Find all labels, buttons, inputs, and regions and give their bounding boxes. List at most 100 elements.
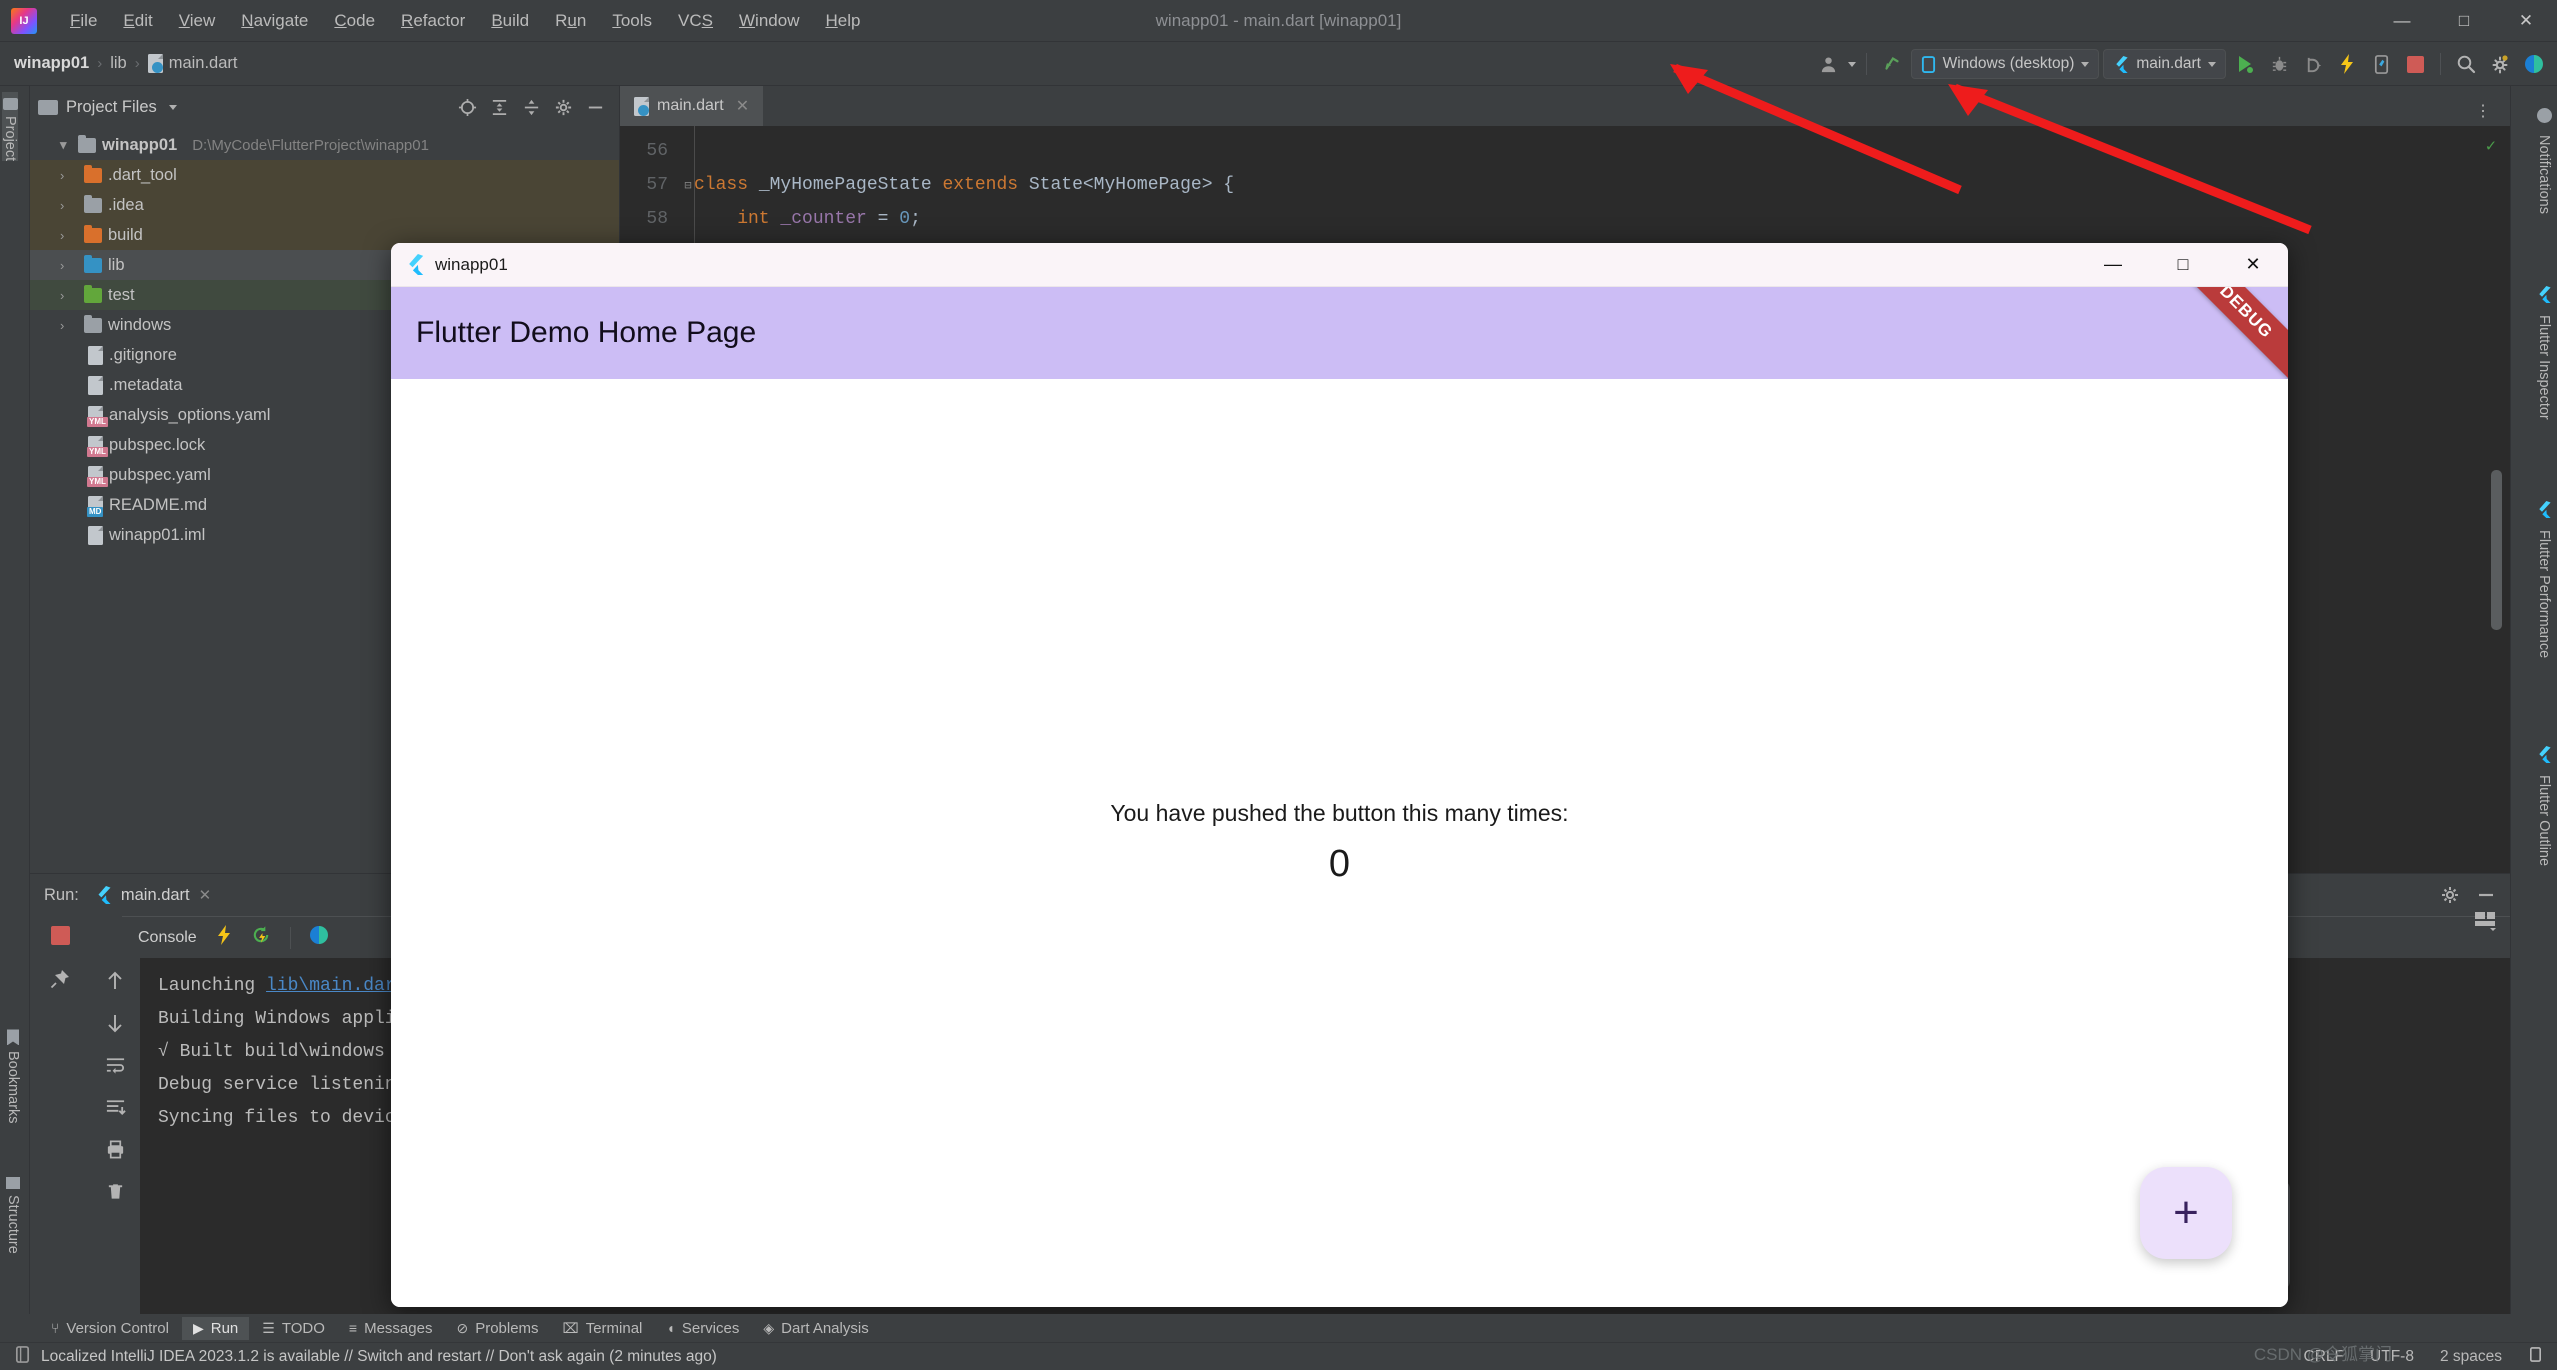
- tree-node-root[interactable]: ▾ winapp01 D:\MyCode\FlutterProject\wina…: [30, 130, 619, 160]
- chevron-right-icon[interactable]: ›: [60, 318, 72, 333]
- minimize-icon[interactable]: —: [2078, 243, 2148, 287]
- hide-icon[interactable]: [585, 97, 605, 117]
- run-config-selector[interactable]: main.dart: [2103, 49, 2226, 79]
- indent-indicator[interactable]: 2 spaces: [2440, 1348, 2502, 1366]
- collapse-all-icon[interactable]: [521, 97, 541, 117]
- chevron-right-icon[interactable]: ›: [60, 228, 72, 243]
- menu-item-help[interactable]: Help: [812, 7, 873, 35]
- code-line[interactable]: 57 ⊟ class _MyHomePageState extends State<…: [620, 168, 2510, 202]
- chevron-right-icon[interactable]: ›: [60, 198, 72, 213]
- user-menu-caret-icon[interactable]: [1847, 61, 1856, 67]
- stop-square-icon[interactable]: [2400, 49, 2430, 79]
- run-tab-main-dart[interactable]: main.dart ✕: [95, 886, 211, 905]
- stop-square-icon[interactable]: [47, 922, 73, 948]
- tool-window-version-control[interactable]: ⑂ Version Control: [40, 1317, 180, 1340]
- breadcrumb-file[interactable]: main.dart: [147, 54, 237, 73]
- layout-settings-icon[interactable]: [2473, 910, 2499, 932]
- encoding-indicator[interactable]: UTF-8: [2370, 1348, 2414, 1366]
- menu-item-file[interactable]: File: [57, 7, 110, 35]
- tab-console[interactable]: Console: [138, 929, 197, 947]
- menu-item-window[interactable]: Window: [726, 7, 812, 35]
- menu-item-refactor[interactable]: Refactor: [388, 7, 478, 35]
- arrow-up-icon[interactable]: [102, 968, 128, 994]
- hot-reload-bolt-icon[interactable]: [215, 925, 233, 950]
- fold-toggle-icon[interactable]: ⊟: [682, 178, 694, 193]
- print-icon[interactable]: [102, 1136, 128, 1162]
- chevron-right-icon[interactable]: ›: [60, 168, 72, 183]
- code-line[interactable]: 56: [620, 134, 2510, 168]
- menu-item-navigate[interactable]: Navigate: [228, 7, 321, 35]
- editor-scrollbar-thumb[interactable]: [2491, 470, 2502, 630]
- maximize-icon[interactable]: □: [2433, 0, 2495, 42]
- soft-wrap-icon[interactable]: [102, 1052, 128, 1078]
- tree-node--idea[interactable]: › .idea: [30, 190, 619, 220]
- tab-main-dart[interactable]: main.dart ✕: [620, 86, 764, 126]
- minimize-icon[interactable]: —: [2371, 0, 2433, 42]
- maximize-icon[interactable]: □: [2148, 243, 2218, 287]
- sidebar-item-flutter-inspector[interactable]: Flutter Inspector: [2536, 286, 2552, 420]
- sidebar-item-flutter-performance[interactable]: Flutter Performance: [2536, 501, 2552, 658]
- close-icon[interactable]: ✕: [199, 886, 212, 904]
- tool-window-terminal[interactable]: ⌧ Terminal: [552, 1317, 654, 1340]
- tool-window-messages[interactable]: ≡ Messages: [338, 1317, 444, 1340]
- sidebar-item-flutter-outline[interactable]: Flutter Outline: [2536, 746, 2552, 866]
- select-opened-file-icon[interactable]: [457, 97, 477, 117]
- breadcrumb-project[interactable]: winapp01: [14, 54, 89, 73]
- sidebar-item-project[interactable]: Project: [2, 92, 18, 162]
- devtools-globe-icon[interactable]: [309, 925, 329, 950]
- menu-item-run[interactable]: Run: [542, 7, 599, 35]
- more-options-icon[interactable]: ⋮: [2468, 96, 2498, 126]
- tool-window-dart-analysis[interactable]: ◈ Dart Analysis: [752, 1317, 879, 1340]
- hide-icon[interactable]: [2476, 885, 2496, 905]
- code-line[interactable]: 58 int _counter = 0;: [620, 202, 2510, 236]
- tool-window-todo[interactable]: ☰ TODO: [251, 1317, 336, 1340]
- tool-window-problems[interactable]: ⊘ Problems: [445, 1317, 549, 1340]
- sidebar-item-bookmarks[interactable]: Bookmarks: [5, 1023, 21, 1124]
- vcs-update-arrow-icon[interactable]: [1877, 49, 1907, 79]
- floating-action-button[interactable]: +: [2140, 1167, 2232, 1259]
- notification-event-icon[interactable]: [14, 1345, 31, 1369]
- user-avatar-icon[interactable]: [1814, 49, 1844, 79]
- chevron-right-icon[interactable]: ›: [60, 258, 72, 273]
- debug-bug-icon[interactable]: [2264, 49, 2294, 79]
- scroll-to-end-icon[interactable]: [102, 1094, 128, 1120]
- close-icon[interactable]: ✕: [736, 96, 749, 116]
- devtools-icon[interactable]: [2366, 49, 2396, 79]
- device-selector[interactable]: Windows (desktop): [1910, 49, 2100, 79]
- tool-window-label: Services: [681, 1319, 740, 1337]
- trash-icon[interactable]: [102, 1178, 128, 1204]
- status-message[interactable]: Localized IntelliJ IDEA 2023.1.2 is avai…: [41, 1348, 717, 1366]
- read-only-toggle-icon[interactable]: [2528, 1346, 2543, 1368]
- expand-all-icon[interactable]: [489, 97, 509, 117]
- devtools-globe-icon[interactable]: [2519, 49, 2549, 79]
- chevron-right-icon[interactable]: ›: [60, 288, 72, 303]
- search-icon[interactable]: [2451, 49, 2481, 79]
- menu-item-edit[interactable]: Edit: [110, 7, 165, 35]
- line-separator-indicator[interactable]: CRLF: [2304, 1348, 2344, 1366]
- sidebar-item-structure[interactable]: Structure: [5, 1171, 21, 1254]
- menu-item-vcs[interactable]: VCS: [665, 7, 726, 35]
- arrow-down-icon[interactable]: [102, 1010, 128, 1036]
- menu-item-build[interactable]: Build: [478, 7, 542, 35]
- hot-restart-icon[interactable]: [251, 925, 272, 950]
- close-icon[interactable]: ✕: [2218, 243, 2288, 287]
- close-icon[interactable]: ✕: [2495, 0, 2557, 42]
- profile-icon[interactable]: [2298, 49, 2328, 79]
- gear-icon[interactable]: [2440, 885, 2460, 905]
- sidebar-item-notifications[interactable]: Notifications: [2536, 108, 2552, 214]
- tool-window-run[interactable]: ▶ Run: [181, 1316, 250, 1340]
- hot-reload-bolt-icon[interactable]: [2332, 49, 2362, 79]
- menu-item-view[interactable]: View: [166, 7, 229, 35]
- tool-window-services[interactable]: ◖ Services: [655, 1317, 750, 1340]
- gear-icon[interactable]: [553, 97, 573, 117]
- console-link[interactable]: lib\main.dart: [266, 976, 406, 996]
- run-play-icon[interactable]: [2230, 49, 2260, 79]
- menu-item-tools[interactable]: Tools: [599, 7, 665, 35]
- pin-icon[interactable]: [47, 966, 73, 992]
- chevron-down-icon[interactable]: [168, 104, 177, 110]
- breadcrumb-folder[interactable]: lib: [110, 54, 127, 73]
- tree-node--dart-tool[interactable]: › .dart_tool: [30, 160, 619, 190]
- menu-item-code[interactable]: Code: [321, 7, 388, 35]
- gear-icon[interactable]: [2485, 49, 2515, 79]
- flutter-app-window[interactable]: winapp01 — □ ✕ Flutter Demo Home Page DE…: [391, 243, 2288, 1307]
